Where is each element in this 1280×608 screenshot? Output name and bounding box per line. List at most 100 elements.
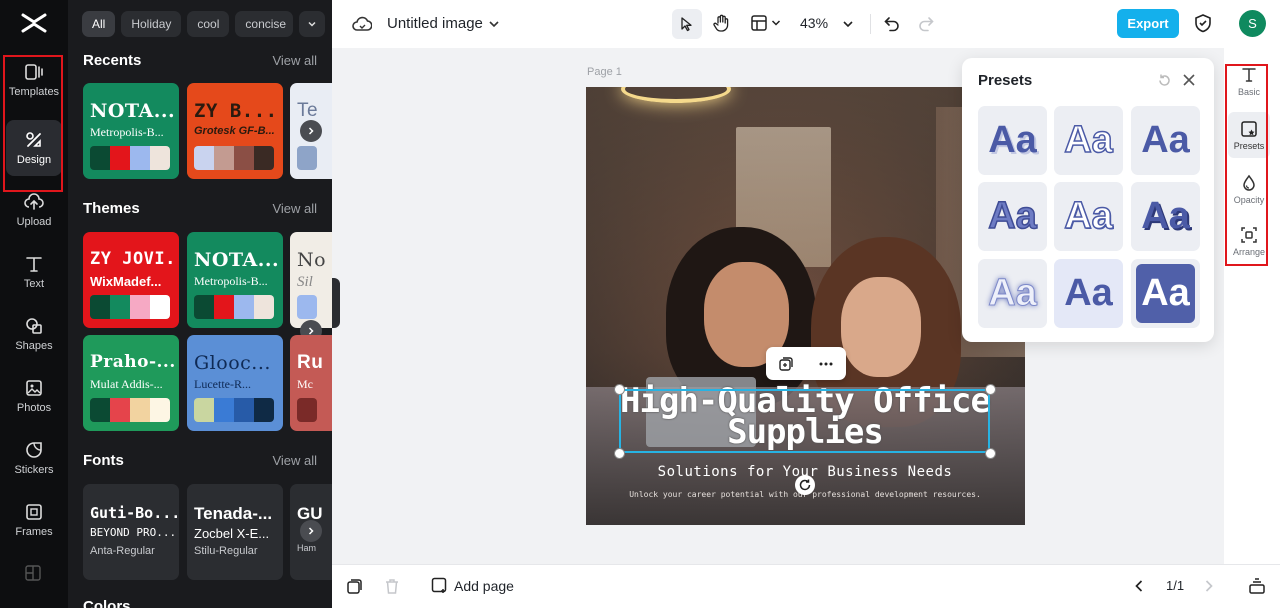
rrail-item-opacity[interactable]: Opacity: [1228, 166, 1270, 212]
duplicate-page-icon[interactable]: [346, 578, 363, 595]
chip-all[interactable]: All: [82, 11, 116, 37]
resize-handle-br[interactable]: [985, 448, 996, 459]
font-name: Ham: [297, 543, 317, 553]
theme-card-4[interactable]: Praho-... Mulat Addis-...: [83, 335, 179, 431]
recents-view-all-link[interactable]: View all: [272, 53, 317, 68]
color-swatches: [90, 146, 170, 170]
rail-item-photos[interactable]: Photos: [6, 368, 62, 424]
preset-style-7[interactable]: Aa: [978, 259, 1047, 328]
panel-collapse-handle[interactable]: [332, 278, 340, 328]
card-title: Ru: [297, 352, 324, 373]
design-canvas[interactable]: [586, 87, 1025, 525]
duplicate-icon[interactable]: [778, 356, 794, 372]
preset-style-2[interactable]: Aa: [1054, 106, 1123, 175]
reset-icon[interactable]: [1157, 73, 1172, 88]
prev-page-icon[interactable]: [1133, 579, 1145, 593]
recent-card-1[interactable]: NOTA... Metropolis-B...: [83, 83, 179, 179]
left-tool-rail: Templates Design Upload Text Shapes Phot…: [0, 0, 68, 608]
user-avatar[interactable]: S: [1239, 10, 1266, 37]
preset-style-5[interactable]: Aa: [1054, 182, 1123, 251]
fonts-view-all-link[interactable]: View all: [272, 453, 317, 468]
right-property-rail: Basic Presets Opacity Arrange: [1224, 48, 1280, 564]
element-context-toolbar: [766, 347, 846, 380]
preset-style-4[interactable]: Aa: [978, 182, 1047, 251]
undo-icon[interactable]: [883, 14, 901, 32]
card-subtitle: Mulat Addis-...: [90, 377, 163, 391]
preset-style-3[interactable]: Aa: [1131, 106, 1200, 175]
color-swatches: [90, 295, 170, 319]
recent-card-2[interactable]: ZY B... Grotesk GF-B...: [187, 83, 283, 179]
resize-handle-bl[interactable]: [614, 448, 625, 459]
rail-label: Design: [16, 154, 52, 166]
rail-item-shapes[interactable]: Shapes: [6, 306, 62, 362]
select-tool-button[interactable]: [672, 9, 702, 39]
theme-card-5[interactable]: Glooc... Lucette-R...: [187, 335, 283, 431]
rotate-handle[interactable]: [795, 475, 815, 495]
hand-tool-icon[interactable]: [712, 13, 732, 33]
card-subtitle: Lucette-R...: [194, 377, 251, 391]
pages-panel-icon[interactable]: [1248, 577, 1266, 595]
presets-popover: Presets Aa Aa Aa Aa Aa Aa Aa Aa Aa: [962, 58, 1214, 342]
chevron-down-icon[interactable]: [488, 19, 500, 29]
document-title[interactable]: Untitled image: [387, 15, 483, 32]
rail-label: Photos: [16, 402, 52, 414]
add-page-button[interactable]: Add page: [431, 577, 514, 594]
chevron-down-icon[interactable]: [842, 19, 854, 29]
rrail-label: Opacity: [1233, 194, 1265, 205]
delete-page-icon[interactable]: [384, 578, 400, 595]
selection-box: [619, 389, 990, 453]
color-swatches: [297, 398, 317, 422]
chip-more-button[interactable]: [299, 11, 326, 37]
preset-sample-text: Aa: [1136, 264, 1195, 323]
more-options-icon[interactable]: [818, 356, 834, 372]
close-icon[interactable]: [1182, 73, 1196, 87]
rail-item-stickers[interactable]: Stickers: [6, 430, 62, 486]
theme-card-1[interactable]: ZY JOVI... WixMadef...: [83, 232, 179, 328]
photos-icon: [26, 380, 42, 396]
chip-cool[interactable]: cool: [187, 11, 230, 37]
font-card-1[interactable]: Guti-Bo... BEYOND PRO... Anta-Regular: [83, 484, 180, 580]
theme-card-2[interactable]: NOTA... Metropolis-B...: [187, 232, 283, 328]
layout-icon[interactable]: [750, 14, 768, 32]
color-swatches: [194, 146, 274, 170]
colors-title: Colors: [83, 598, 131, 608]
zoom-level[interactable]: 43%: [800, 15, 828, 31]
card-title: ZY JOVI...: [90, 249, 179, 269]
themes-title: Themes: [83, 200, 140, 217]
shield-check-icon[interactable]: [1194, 13, 1212, 33]
rotate-icon: [799, 479, 811, 491]
resize-handle-tr[interactable]: [985, 384, 996, 395]
next-page-icon[interactable]: [1203, 579, 1215, 593]
theme-card-3[interactable]: No Sil: [290, 232, 332, 328]
preset-style-1[interactable]: Aa: [978, 106, 1047, 175]
preset-style-6[interactable]: Aa: [1131, 182, 1200, 251]
cloud-sync-icon[interactable]: [352, 15, 372, 33]
chevron-right-icon: [308, 127, 314, 135]
rail-item-upload[interactable]: Upload: [6, 182, 62, 238]
rrail-item-basic[interactable]: Basic: [1228, 58, 1270, 104]
rail-item-frames[interactable]: Frames: [6, 492, 62, 548]
preset-style-8[interactable]: Aa: [1054, 259, 1123, 328]
font-card-2[interactable]: Tenada-... Zocbel X-E... Stilu-Regular: [187, 484, 283, 580]
rail-label: Stickers: [14, 464, 54, 476]
chevron-down-icon: [308, 21, 316, 27]
recents-next-button[interactable]: [300, 120, 322, 142]
theme-card-6[interactable]: Ru Mc: [290, 335, 332, 431]
resize-handle-tl[interactable]: [614, 384, 625, 395]
preset-style-9[interactable]: Aa: [1131, 259, 1200, 328]
rrail-item-arrange[interactable]: Arrange: [1228, 218, 1270, 264]
chevron-down-icon[interactable]: [771, 19, 781, 27]
rail-item-text[interactable]: Text: [6, 244, 62, 300]
chevron-right-icon: [308, 527, 314, 535]
fonts-next-button[interactable]: [300, 520, 322, 542]
rail-item-design[interactable]: Design: [6, 120, 62, 176]
export-button[interactable]: Export: [1117, 9, 1179, 38]
chip-holiday[interactable]: Holiday: [121, 11, 182, 37]
capcut-logo-icon[interactable]: [19, 10, 49, 36]
chip-concise[interactable]: concise: [235, 11, 294, 37]
themes-view-all-link[interactable]: View all: [272, 201, 317, 216]
rail-item-templates[interactable]: Templates: [6, 52, 62, 108]
rrail-item-presets[interactable]: Presets: [1228, 112, 1270, 158]
more-tools-icon[interactable]: [24, 564, 42, 582]
redo-icon[interactable]: [917, 14, 935, 32]
